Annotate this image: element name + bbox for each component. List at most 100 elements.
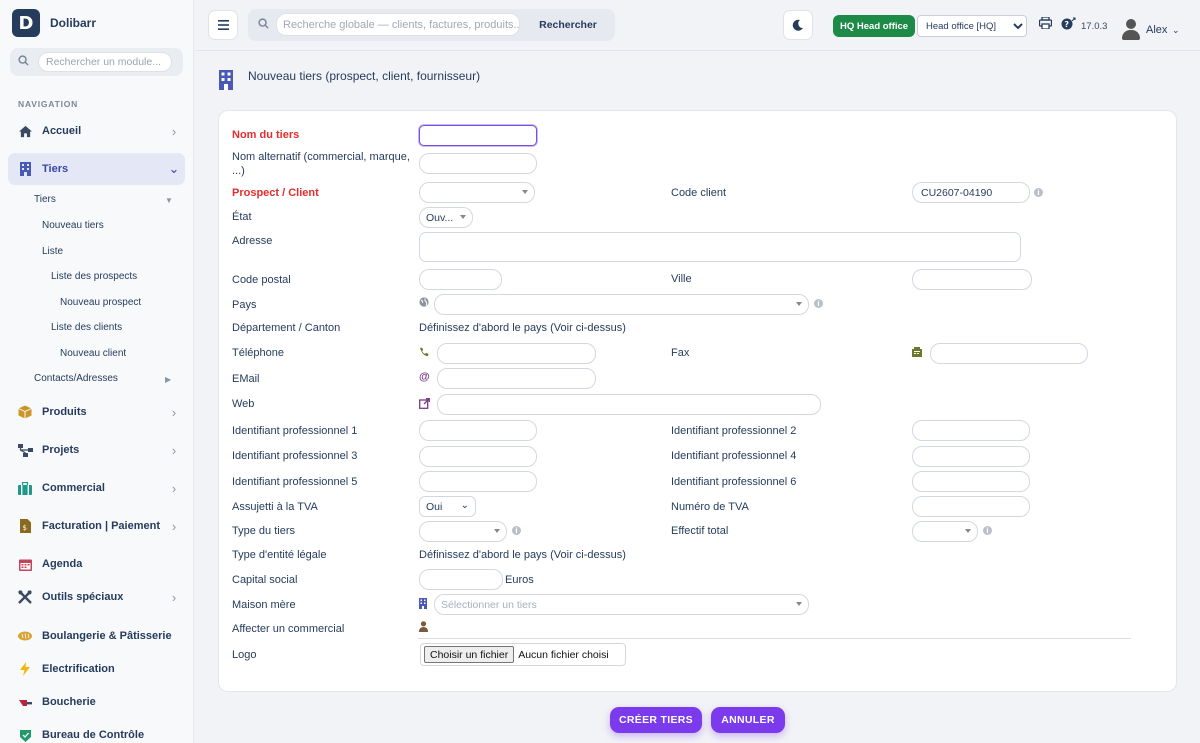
label-idprof5: Identifiant professionnel 5 <box>232 476 358 488</box>
global-search-button[interactable]: Rechercher <box>528 13 608 37</box>
label-pays: Pays <box>232 299 257 311</box>
sidebar-item-accueil[interactable]: Accueil › <box>8 115 185 147</box>
user-icon <box>419 621 428 635</box>
idprof4-input[interactable] <box>912 446 1030 467</box>
sidebar-sub-nouveau-tiers[interactable]: Nouveau tiers <box>42 220 104 231</box>
sidebar-item-electrification[interactable]: Electrification <box>8 653 185 685</box>
brand-name: Dolibarr <box>50 16 97 30</box>
code-client-input[interactable] <box>912 182 1030 203</box>
label-telephone: Téléphone <box>232 347 284 359</box>
label-idprof4: Identifiant professionnel 4 <box>671 450 797 462</box>
caret-down-icon[interactable]: ▼ <box>165 196 173 205</box>
ville-input[interactable] <box>912 269 1032 290</box>
fax-input[interactable] <box>930 343 1088 364</box>
num-tva-input[interactable] <box>912 496 1030 517</box>
sitemap-icon <box>8 443 42 457</box>
capital-input[interactable] <box>419 569 503 590</box>
etat-select[interactable]: Ouv... <box>419 207 473 228</box>
info-icon[interactable]: i <box>1034 188 1043 197</box>
label-nom-alternatif: Nom alternatif (commercial, marque, <box>232 151 410 163</box>
menu-toggle-button[interactable] <box>208 10 238 40</box>
sidebar-item-label: Agenda <box>42 558 83 570</box>
sidebar-item-produits[interactable]: Produits › <box>8 396 185 428</box>
sidebar-sub-liste-clients[interactable]: Liste des clients <box>51 322 122 333</box>
tva-select[interactable]: Oui ⌄ <box>419 496 476 517</box>
search-icon <box>18 55 32 69</box>
label-email: EMail <box>232 373 260 385</box>
web-input[interactable] <box>437 394 821 415</box>
info-icon[interactable]: i <box>512 526 521 535</box>
label-capital: Capital social <box>232 574 298 586</box>
prospect-client-select[interactable] <box>419 182 535 203</box>
building-icon <box>8 162 42 176</box>
idprof5-input[interactable] <box>419 471 537 492</box>
sidebar-sub-nouveau-prospect[interactable]: Nouveau prospect <box>60 297 141 308</box>
sidebar-sub-liste[interactable]: Liste <box>42 246 63 257</box>
dark-mode-button[interactable] <box>783 10 813 40</box>
idprof6-input[interactable] <box>912 471 1030 492</box>
sidebar-item-outils[interactable]: Outils spéciaux › <box>8 581 185 613</box>
sidebar-item-projets[interactable]: Projets › <box>8 434 185 466</box>
building-icon <box>419 598 427 612</box>
nom-tiers-input[interactable] <box>419 125 537 146</box>
choose-file-button[interactable]: Choisir un fichier <box>424 646 515 663</box>
label-departement: Département / Canton <box>232 322 341 334</box>
info-icon[interactable]: i <box>983 526 992 535</box>
sidebar-item-agenda[interactable]: Agenda <box>8 548 185 580</box>
global-search-input[interactable] <box>276 13 520 36</box>
departement-hint: Définissez d'abord le pays (Voir ci-dess… <box>419 322 626 334</box>
maison-mere-select[interactable]: Sélectionner un tiers <box>434 594 809 615</box>
tva-value: Oui <box>426 500 443 513</box>
sidebar-item-boulangerie[interactable]: Boulangerie & Pâtisserie <box>8 620 185 652</box>
maison-mere-placeholder: Sélectionner un tiers <box>441 598 537 611</box>
sidebar-sub-tiers[interactable]: Tiers <box>34 194 56 205</box>
logo-file-input[interactable]: Choisir un fichier Aucun fichier choisi <box>420 643 626 666</box>
sidebar-sub-liste-prospects[interactable]: Liste des prospects <box>51 271 137 282</box>
type-tiers-select[interactable] <box>419 521 507 542</box>
nav-section-label: NAVIGATION <box>18 99 79 109</box>
info-icon[interactable]: i <box>814 299 823 308</box>
avatar[interactable] <box>1122 19 1140 40</box>
chevron-down-icon[interactable]: ⌄ <box>1172 25 1180 36</box>
label-etat: État <box>232 211 252 223</box>
label-prospect-client: Prospect / Client <box>232 187 319 199</box>
idprof2-input[interactable] <box>912 420 1030 441</box>
code-postal-input[interactable] <box>419 269 502 290</box>
label-nom-tiers: Nom du tiers <box>232 129 300 141</box>
idprof3-input[interactable] <box>419 446 537 467</box>
create-tiers-button[interactable]: CRÉER TIERS <box>610 707 702 733</box>
label-logo: Logo <box>232 649 257 661</box>
briefcase-icon <box>8 481 42 495</box>
help-icon[interactable]: ? <box>1061 17 1076 33</box>
effectif-select[interactable] <box>912 521 978 542</box>
adresse-textarea[interactable] <box>419 232 1021 262</box>
tools-icon <box>8 590 42 604</box>
sidebar-item-tiers[interactable]: Tiers ⌄ <box>8 153 185 185</box>
module-search-input[interactable] <box>38 52 172 72</box>
sidebar-item-label: Accueil <box>42 125 82 137</box>
nom-alternatif-input[interactable] <box>419 153 537 174</box>
telephone-input[interactable] <box>437 343 596 364</box>
sidebar-item-boucherie[interactable]: Boucherie <box>8 686 185 718</box>
svg-text:$: $ <box>22 524 26 532</box>
caret-right-icon[interactable]: ▶ <box>165 375 171 384</box>
sidebar-sub-contacts[interactable]: Contacts/Adresses <box>34 373 118 384</box>
email-input[interactable] <box>437 368 596 389</box>
entity-select[interactable]: Head office [HQ] <box>917 15 1027 37</box>
sidebar-item-commercial[interactable]: Commercial › <box>8 472 185 504</box>
sidebar-item-facturation[interactable]: $ Facturation | Paiement › <box>8 510 185 542</box>
label-maison-mere: Maison mère <box>232 599 296 611</box>
cancel-button[interactable]: ANNULER <box>711 707 785 733</box>
sidebar-item-label: Tiers <box>42 163 69 175</box>
idprof1-input[interactable] <box>419 420 537 441</box>
sidebar-item-label: Electrification <box>42 663 115 675</box>
label-idprof2: Identifiant professionnel 2 <box>671 425 797 437</box>
pays-select[interactable] <box>434 294 809 315</box>
username[interactable]: Alex <box>1146 24 1167 36</box>
sidebar-item-bureau-controle[interactable]: Bureau de Contrôle <box>8 719 185 743</box>
brand[interactable]: D Dolibarr <box>12 8 96 38</box>
knife-icon <box>8 696 42 709</box>
sidebar-sub-nouveau-client[interactable]: Nouveau client <box>60 348 126 359</box>
print-icon[interactable] <box>1038 16 1053 32</box>
module-search <box>10 48 183 76</box>
